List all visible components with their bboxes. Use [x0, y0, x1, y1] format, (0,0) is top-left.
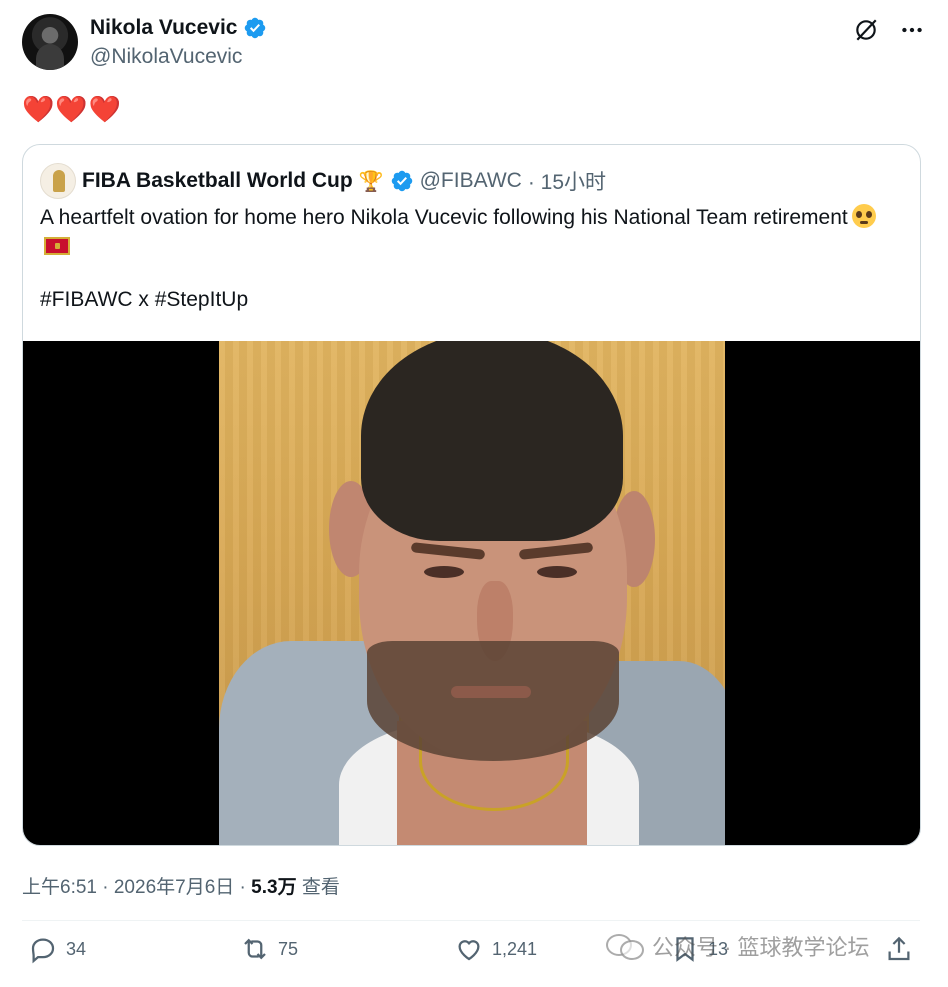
- share-icon: [888, 936, 910, 961]
- post-detail: Nikola Vucevic @NikolaVucevic ❤️❤️❤️ FIB…: [0, 0, 948, 987]
- reply-count: 34: [66, 938, 87, 959]
- more-icon[interactable]: [898, 16, 926, 44]
- author-avatar[interactable]: [22, 14, 78, 70]
- author-name[interactable]: Nikola Vucevic: [90, 16, 237, 40]
- verified-badge-icon: [391, 170, 412, 192]
- repost-button[interactable]: 75: [240, 934, 298, 964]
- divider: [22, 920, 920, 921]
- bookmark-button[interactable]: 13: [670, 934, 728, 964]
- video-frame: [219, 341, 725, 845]
- share-button[interactable]: [884, 934, 914, 964]
- bookmark-icon: [676, 937, 694, 962]
- views-label: 查看: [296, 877, 340, 898]
- quoted-avatar[interactable]: [40, 163, 76, 199]
- heart-icon: [458, 940, 480, 961]
- quoted-hashtags[interactable]: #FIBAWC x #StepItUp: [40, 288, 248, 312]
- quoted-header: FIBA Basketball World Cup 🏆 @FIBAWC · 15…: [40, 163, 606, 199]
- quoted-name[interactable]: FIBA Basketball World Cup: [82, 169, 353, 193]
- author-name-row[interactable]: Nikola Vucevic: [90, 16, 267, 40]
- post-text: ❤️❤️❤️: [22, 94, 123, 124]
- post-timestamp[interactable]: 上午6:51 · 2026年7月6日 · 5.3万 查看: [22, 872, 340, 899]
- quoted-handle[interactable]: @FIBAWC: [420, 169, 522, 193]
- repost-count: 75: [278, 938, 299, 959]
- like-count: 1,241: [492, 938, 538, 959]
- quoted-text: A heartfelt ovation for home hero Nikola…: [40, 203, 900, 261]
- verified-badge-icon: [245, 17, 266, 39]
- like-button[interactable]: 1,241: [454, 934, 537, 964]
- repost-icon: [244, 938, 266, 960]
- pleading-face-emoji: [851, 204, 876, 228]
- reply-icon: [31, 938, 55, 964]
- top-actions: [852, 16, 926, 44]
- trophy-emoji: 🏆: [358, 170, 384, 193]
- video-player[interactable]: [23, 341, 920, 845]
- quoted-post[interactable]: FIBA Basketball World Cup 🏆 @FIBAWC · 15…: [22, 144, 921, 846]
- author-handle[interactable]: @NikolaVucevic: [90, 45, 242, 69]
- quoted-body: A heartfelt ovation for home hero Nikola…: [40, 206, 848, 229]
- grok-icon[interactable]: [852, 16, 880, 44]
- quoted-time[interactable]: · 15小时: [528, 166, 606, 196]
- reply-button[interactable]: 34: [28, 934, 86, 964]
- bookmark-count: 13: [708, 938, 729, 959]
- action-bar: 34 75 1,241 13: [22, 934, 920, 978]
- timestamp-text[interactable]: 上午6:51 · 2026年7月6日 ·: [22, 877, 251, 898]
- views-count: 5.3万: [251, 877, 297, 898]
- montenegro-flag-icon: [44, 237, 70, 255]
